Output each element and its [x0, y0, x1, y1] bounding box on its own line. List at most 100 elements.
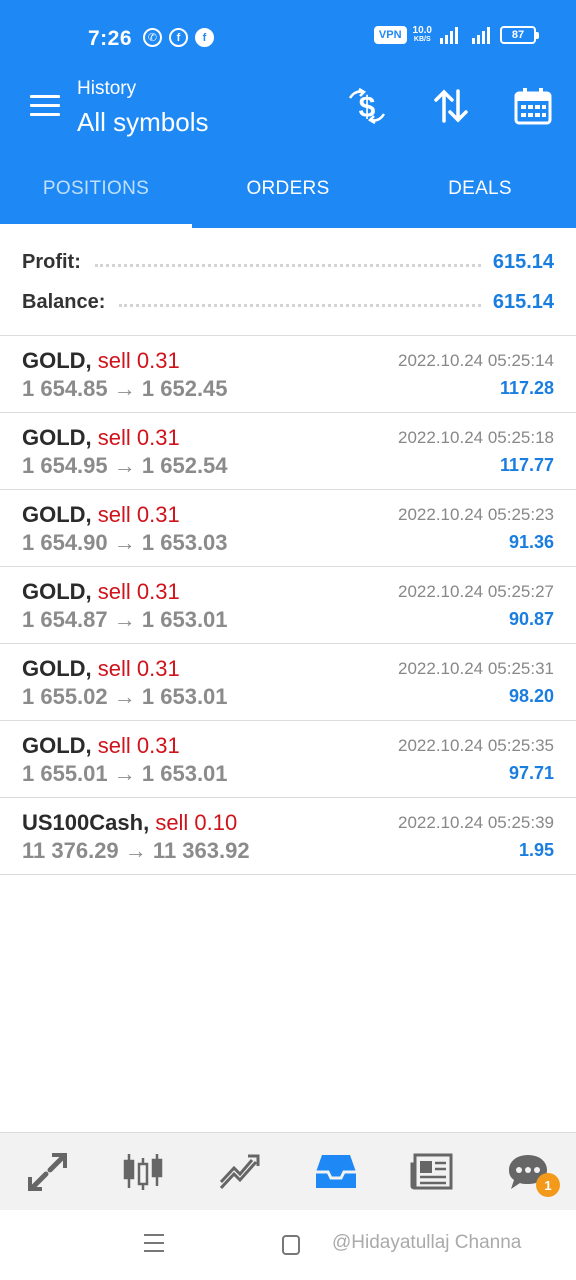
trade-profit: 117.28 [499, 378, 554, 398]
close-price: 1 653.03 [141, 530, 228, 555]
notification-icons: ✆ f f [143, 28, 214, 47]
nav-chart[interactable] [96, 1133, 192, 1210]
arrow: → [113, 761, 136, 786]
trade-time: 2022.10.24 05:25:18 [398, 428, 554, 447]
calendar-button[interactable] [511, 84, 555, 128]
close-price: 11 363.92 [152, 838, 250, 863]
facebook-filled-icon: f [195, 28, 214, 47]
profit-value: 615.14 [492, 250, 554, 273]
vpn-icon: VPN [373, 26, 407, 44]
status-bar: 7:26 ✆ f f VPN 10.0 KB/S 87 [0, 0, 576, 70]
trade-profit: 97.71 [508, 763, 554, 783]
whatsapp-icon: ✆ [143, 28, 162, 47]
list-item[interactable]: US100Cash, sell 0.10 11 376.29 → 11 363.… [0, 798, 576, 875]
trade-time: 2022.10.24 05:25:27 [398, 582, 554, 601]
trade-time: 2022.10.24 05:25:31 [398, 659, 554, 678]
open-price: 1 654.90 [22, 530, 108, 555]
trade-profit: 91.36 [508, 532, 554, 552]
chart-icon [123, 1153, 163, 1190]
arrow: → [124, 838, 147, 863]
positions-list: GOLD, sell 0.31 1 654.85 → 1 652.45 2022… [0, 336, 576, 875]
sort-button[interactable] [429, 84, 473, 128]
close-price: 1 652.45 [141, 376, 228, 401]
trade-profit: 1.95 [518, 840, 554, 860]
open-price: 1 655.02 [22, 684, 108, 709]
dollar-swap-icon: $ [348, 87, 386, 125]
close-price: 1 652.54 [141, 453, 228, 478]
profit-label: Profit: [22, 250, 81, 273]
list-item[interactable]: GOLD, sell 0.31 1 655.02 → 1 653.01 2022… [0, 644, 576, 721]
battery-icon: 87 [500, 26, 539, 44]
tab-positions[interactable]: POSITIONS [0, 150, 192, 228]
nav-history[interactable] [288, 1133, 384, 1210]
trade-side: sell 0.31 [97, 348, 180, 373]
quotes-icon [28, 1152, 67, 1191]
trade-profit: 117.77 [499, 455, 554, 475]
list-item[interactable]: GOLD, sell 0.31 1 655.01 → 1 653.01 2022… [0, 721, 576, 798]
balance-value: 615.14 [492, 290, 554, 313]
facebook-icon: f [169, 28, 188, 47]
network-speed: 10.0 KB/S [413, 26, 432, 44]
symbol: GOLD, [22, 656, 92, 681]
arrow: → [113, 453, 136, 478]
network-speed-value: 10.0 [412, 25, 432, 36]
trade-profit: 98.20 [508, 686, 554, 706]
trade-side: sell 0.31 [97, 502, 180, 527]
page-title[interactable]: All symbols [77, 107, 208, 138]
list-item[interactable]: GOLD, sell 0.31 1 654.85 → 1 652.45 2022… [0, 336, 576, 413]
trade-side: sell 0.10 [155, 810, 238, 835]
symbol: GOLD, [22, 733, 92, 758]
app-bar: History All symbols $ [0, 70, 576, 150]
chat-badge: 1 [536, 1173, 560, 1197]
trade-time: 2022.10.24 05:25:14 [398, 351, 554, 370]
symbol: GOLD, [22, 502, 92, 527]
trade-side: sell 0.31 [97, 579, 180, 604]
symbol: GOLD, [22, 579, 92, 604]
history-tabs: POSITIONS ORDERS DEALS [0, 150, 576, 228]
trade-side: sell 0.31 [97, 425, 180, 450]
list-item[interactable]: GOLD, sell 0.31 1 654.95 → 1 652.54 2022… [0, 413, 576, 490]
signal-icon [472, 27, 490, 44]
nav-chat[interactable]: 1 [480, 1133, 576, 1210]
balance-row: Balance: 615.14 [22, 284, 554, 320]
dollar-swap-button[interactable]: $ [345, 84, 389, 128]
symbol: GOLD, [22, 425, 92, 450]
arrow: → [113, 607, 136, 632]
trade-side: sell 0.31 [97, 656, 180, 681]
profit-row: Profit: 615.14 [22, 244, 554, 280]
dotted-leader [94, 263, 481, 267]
trade-time: 2022.10.24 05:25:35 [398, 736, 554, 755]
nav-quotes[interactable] [0, 1133, 96, 1210]
watermark: @Hidayatullaj Channa [332, 1232, 522, 1253]
open-price: 1 654.87 [22, 607, 108, 632]
trade-time: 2022.10.24 05:25:39 [398, 813, 554, 832]
clock: 7:26 [88, 27, 133, 50]
open-price: 1 655.01 [22, 761, 108, 786]
menu-icon[interactable] [30, 95, 60, 117]
close-price: 1 653.01 [141, 684, 228, 709]
history-icon [316, 1154, 356, 1188]
arrow: → [113, 530, 136, 555]
nav-news[interactable] [384, 1133, 480, 1210]
dotted-leader [119, 303, 481, 307]
summary-panel: Profit: 615.14 Balance: 615.14 [0, 228, 576, 336]
close-price: 1 653.01 [141, 761, 228, 786]
news-icon [410, 1153, 453, 1189]
trade-profit: 90.87 [508, 609, 554, 629]
open-price: 1 654.95 [22, 453, 108, 478]
symbol: GOLD, [22, 348, 92, 373]
tab-deals[interactable]: DEALS [384, 150, 576, 228]
tab-orders[interactable]: ORDERS [192, 150, 384, 228]
sort-icon [434, 89, 468, 123]
calendar-icon [514, 88, 552, 125]
trade-time: 2022.10.24 05:25:23 [398, 505, 554, 524]
symbol: US100Cash, [22, 810, 150, 835]
open-price: 1 654.85 [22, 376, 108, 401]
nav-trade[interactable] [192, 1133, 288, 1210]
home-button[interactable] [282, 1235, 300, 1255]
arrow: → [113, 376, 136, 401]
bottom-navigation: 1 [0, 1132, 576, 1210]
list-item[interactable]: GOLD, sell 0.31 1 654.90 → 1 653.03 2022… [0, 490, 576, 567]
list-item[interactable]: GOLD, sell 0.31 1 654.87 → 1 653.01 2022… [0, 567, 576, 644]
recent-apps-button[interactable] [144, 1234, 164, 1258]
